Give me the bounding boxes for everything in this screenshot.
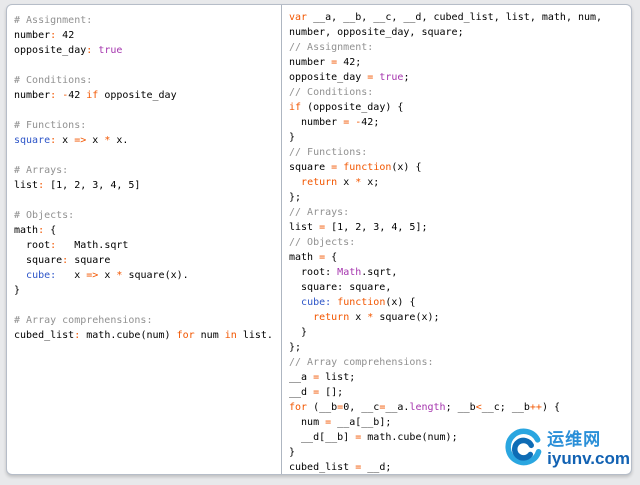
code-line: list = [1, 2, 3, 4, 5]; xyxy=(289,222,428,233)
code-line: # Array comprehensions: xyxy=(14,315,153,326)
code-line: square: square xyxy=(14,255,111,266)
code-line: list: [1, 2, 3, 4, 5] xyxy=(14,180,141,191)
iyunv-watermark: 运维网 iyunv.com xyxy=(501,426,630,472)
coffeescript-source-pane: # Assignment: number: 42 opposite_day: tru… xyxy=(7,5,282,474)
code-line: root: Math.sqrt, xyxy=(289,267,398,278)
code-line: # Conditions: xyxy=(14,75,93,86)
watermark-domain: iyunv.com xyxy=(547,449,630,468)
code-line: root: Math.sqrt xyxy=(14,240,129,251)
code-line: # Arrays: xyxy=(14,165,69,176)
code-line: square: x => x * x. xyxy=(14,135,129,146)
code-line: } xyxy=(289,132,296,143)
code-line: // Functions: xyxy=(289,147,368,158)
code-line: # Functions: xyxy=(14,120,87,131)
code-line: // Array comprehensions: xyxy=(289,357,434,368)
code-line: math = { xyxy=(289,252,338,263)
swirl-logo-icon xyxy=(505,428,542,466)
code-line: // Arrays: xyxy=(289,207,350,218)
code-line: return x * x; xyxy=(301,177,380,188)
code-line: number: -42 if opposite_day xyxy=(14,90,177,101)
code-comparison-panel: # Assignment: number: 42 opposite_day: tru… xyxy=(6,4,632,475)
code-line: for (__b=0, __c=__a.length; __b<__c; __b… xyxy=(289,402,560,413)
code-line: number = -42; xyxy=(289,117,380,128)
code-line: if (opposite_day) { xyxy=(289,102,404,113)
code-line: # Assignment: xyxy=(14,15,93,26)
code-line: // Assignment: xyxy=(289,42,374,53)
code-line: } xyxy=(289,327,308,338)
code-line: square: square, xyxy=(289,282,392,293)
code-line: }; xyxy=(289,192,302,203)
code-line: return x * square(x); xyxy=(313,312,440,323)
javascript-output-pane: var __a, __b, __c, __d, cubed_list, list… xyxy=(282,5,631,474)
code-line: # Objects: xyxy=(14,210,75,221)
code-line: number = 42; xyxy=(289,57,362,68)
code-line: }; xyxy=(289,342,302,353)
code-line: // Conditions: xyxy=(289,87,374,98)
code-line: opposite_day: true xyxy=(14,45,123,56)
code-line: opposite_day = true; xyxy=(289,72,410,83)
code-line: // Objects: xyxy=(289,237,356,248)
code-line: number, opposite_day, square; xyxy=(289,27,464,38)
code-line: math: { xyxy=(14,225,57,236)
code-line: number: 42 xyxy=(14,30,75,41)
code-line: cube: function(x) { xyxy=(301,297,416,308)
code-line: __a = list; xyxy=(289,372,356,383)
code-line: square = function(x) { xyxy=(289,162,422,173)
watermark-site-name: 运维网 xyxy=(547,430,602,449)
code-line: __d = []; xyxy=(289,387,344,398)
code-line: cube: x => x * square(x). xyxy=(26,270,189,281)
code-line: cubed_list: math.cube(num) for num in li… xyxy=(14,330,273,341)
code-line: } xyxy=(14,285,21,296)
code-line: var __a, __b, __c, __d, cubed_list, list… xyxy=(289,12,603,23)
